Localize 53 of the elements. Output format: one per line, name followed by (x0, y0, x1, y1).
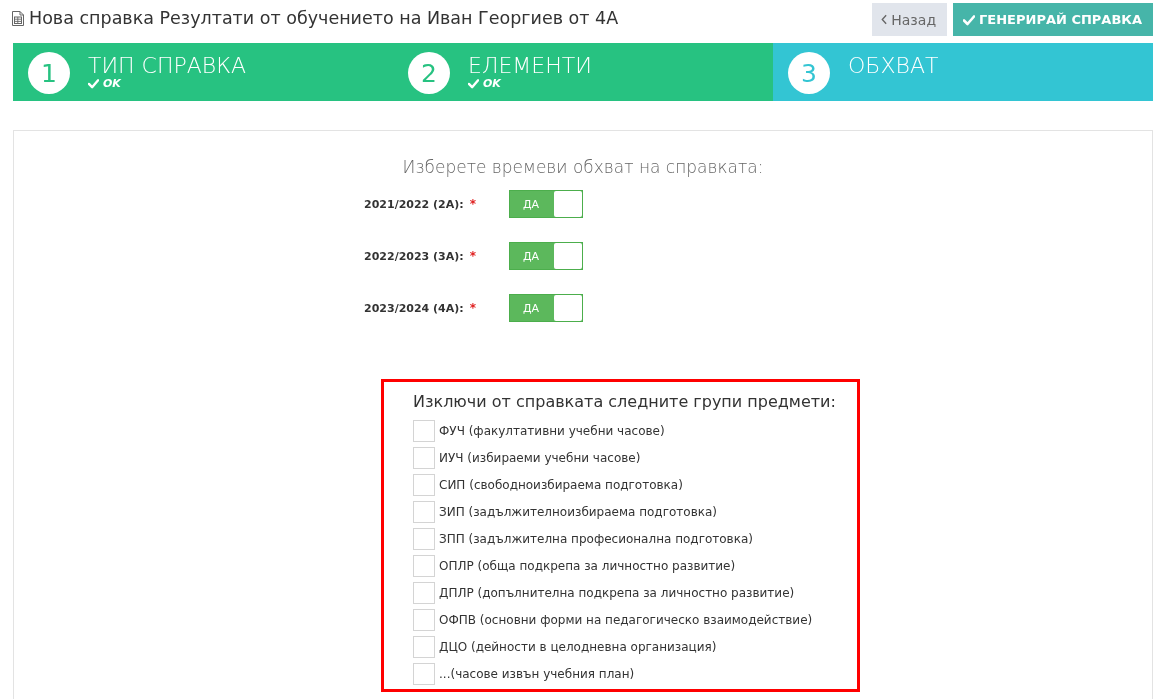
checkbox-label: СИП (свободноизбираема подготовка) (439, 477, 683, 492)
back-button[interactable]: Назад (872, 3, 948, 36)
checkbox[interactable] (413, 419, 435, 442)
chevron-left-icon (881, 14, 888, 25)
toggle-switch[interactable]: ДА (509, 294, 583, 322)
page-title: Нова справка Резултати от обучението на Иван Георгиев от 4А (29, 8, 619, 28)
period-label: 2022/2023 (3А): (364, 249, 464, 263)
checkbox[interactable] (413, 608, 435, 631)
step-number: 1 (28, 52, 70, 94)
section-heading: Изключи от справката следните групи предмети: (413, 392, 837, 411)
checkbox-label: ДПЛР (допълнителна подкрепа за личностно развитие) (439, 585, 795, 600)
required-mark: * (469, 249, 476, 263)
wizard-step[interactable]: 1 ТИП СПРАВКА OK (13, 43, 393, 101)
wizard-step[interactable]: 2 ЕЛЕМЕНТИ OK (393, 43, 773, 101)
toggle-knob[interactable] (554, 191, 582, 217)
section-heading: Изберете времеви обхват на справката: (401, 156, 765, 179)
toggle-knob[interactable] (554, 243, 582, 269)
checkbox-label: ФУЧ (факултативни учебни часове) (439, 423, 665, 438)
step-number: 3 (788, 52, 830, 94)
period-label: 2023/2024 (4А): (364, 301, 464, 315)
document-icon (12, 10, 24, 26)
check-icon (88, 78, 99, 89)
step-number: 2 (408, 52, 450, 94)
required-mark: * (469, 197, 476, 211)
checkbox-label: ДЦО (дейности в целодневна организация) (439, 639, 717, 654)
checkbox-label: ЗИП (задължителноизбираема подготовка) (439, 504, 717, 519)
toggle-knob[interactable] (554, 295, 582, 321)
required-mark: * (469, 301, 476, 315)
checkbox-label: ЗПП (задължителна професионална подготовка) (439, 531, 753, 546)
check-icon (468, 78, 479, 89)
check-icon (963, 13, 976, 26)
checkbox-label: ...(часове извън учебния план) (439, 666, 635, 681)
step-status: OK (103, 77, 121, 90)
checkbox[interactable] (413, 446, 435, 469)
checkbox-label: ОПЛР (обща подкрепа за личностно развитие) (439, 558, 736, 573)
checkbox[interactable] (413, 554, 435, 577)
wizard-step[interactable]: 3 ОБХВАТ (773, 43, 1153, 101)
checkbox[interactable] (413, 581, 435, 604)
checkbox-label: ИУЧ (избираеми учебни часове) (439, 450, 641, 465)
step-status: OK (483, 77, 501, 90)
step-title: ОБХВАТ (848, 52, 939, 80)
period-label: 2021/2022 (2А): (364, 197, 464, 211)
checkbox[interactable] (413, 473, 435, 496)
checkbox-label: ОФПВ (основни форми на педагогическо взаимодействие) (439, 612, 813, 627)
step-title: ТИП СПРАВКА (88, 52, 247, 79)
toggle-switch[interactable]: ДА (509, 242, 583, 270)
generate-report-button[interactable]: ГЕНЕРИРАЙ СПРАВКА (953, 3, 1153, 36)
checkbox[interactable] (413, 500, 435, 523)
checkbox[interactable] (413, 662, 435, 685)
checkbox[interactable] (413, 527, 435, 550)
step-title: ЕЛЕМЕНТИ (468, 52, 592, 79)
toggle-switch[interactable]: ДА (509, 190, 583, 218)
checkbox[interactable] (413, 635, 435, 658)
